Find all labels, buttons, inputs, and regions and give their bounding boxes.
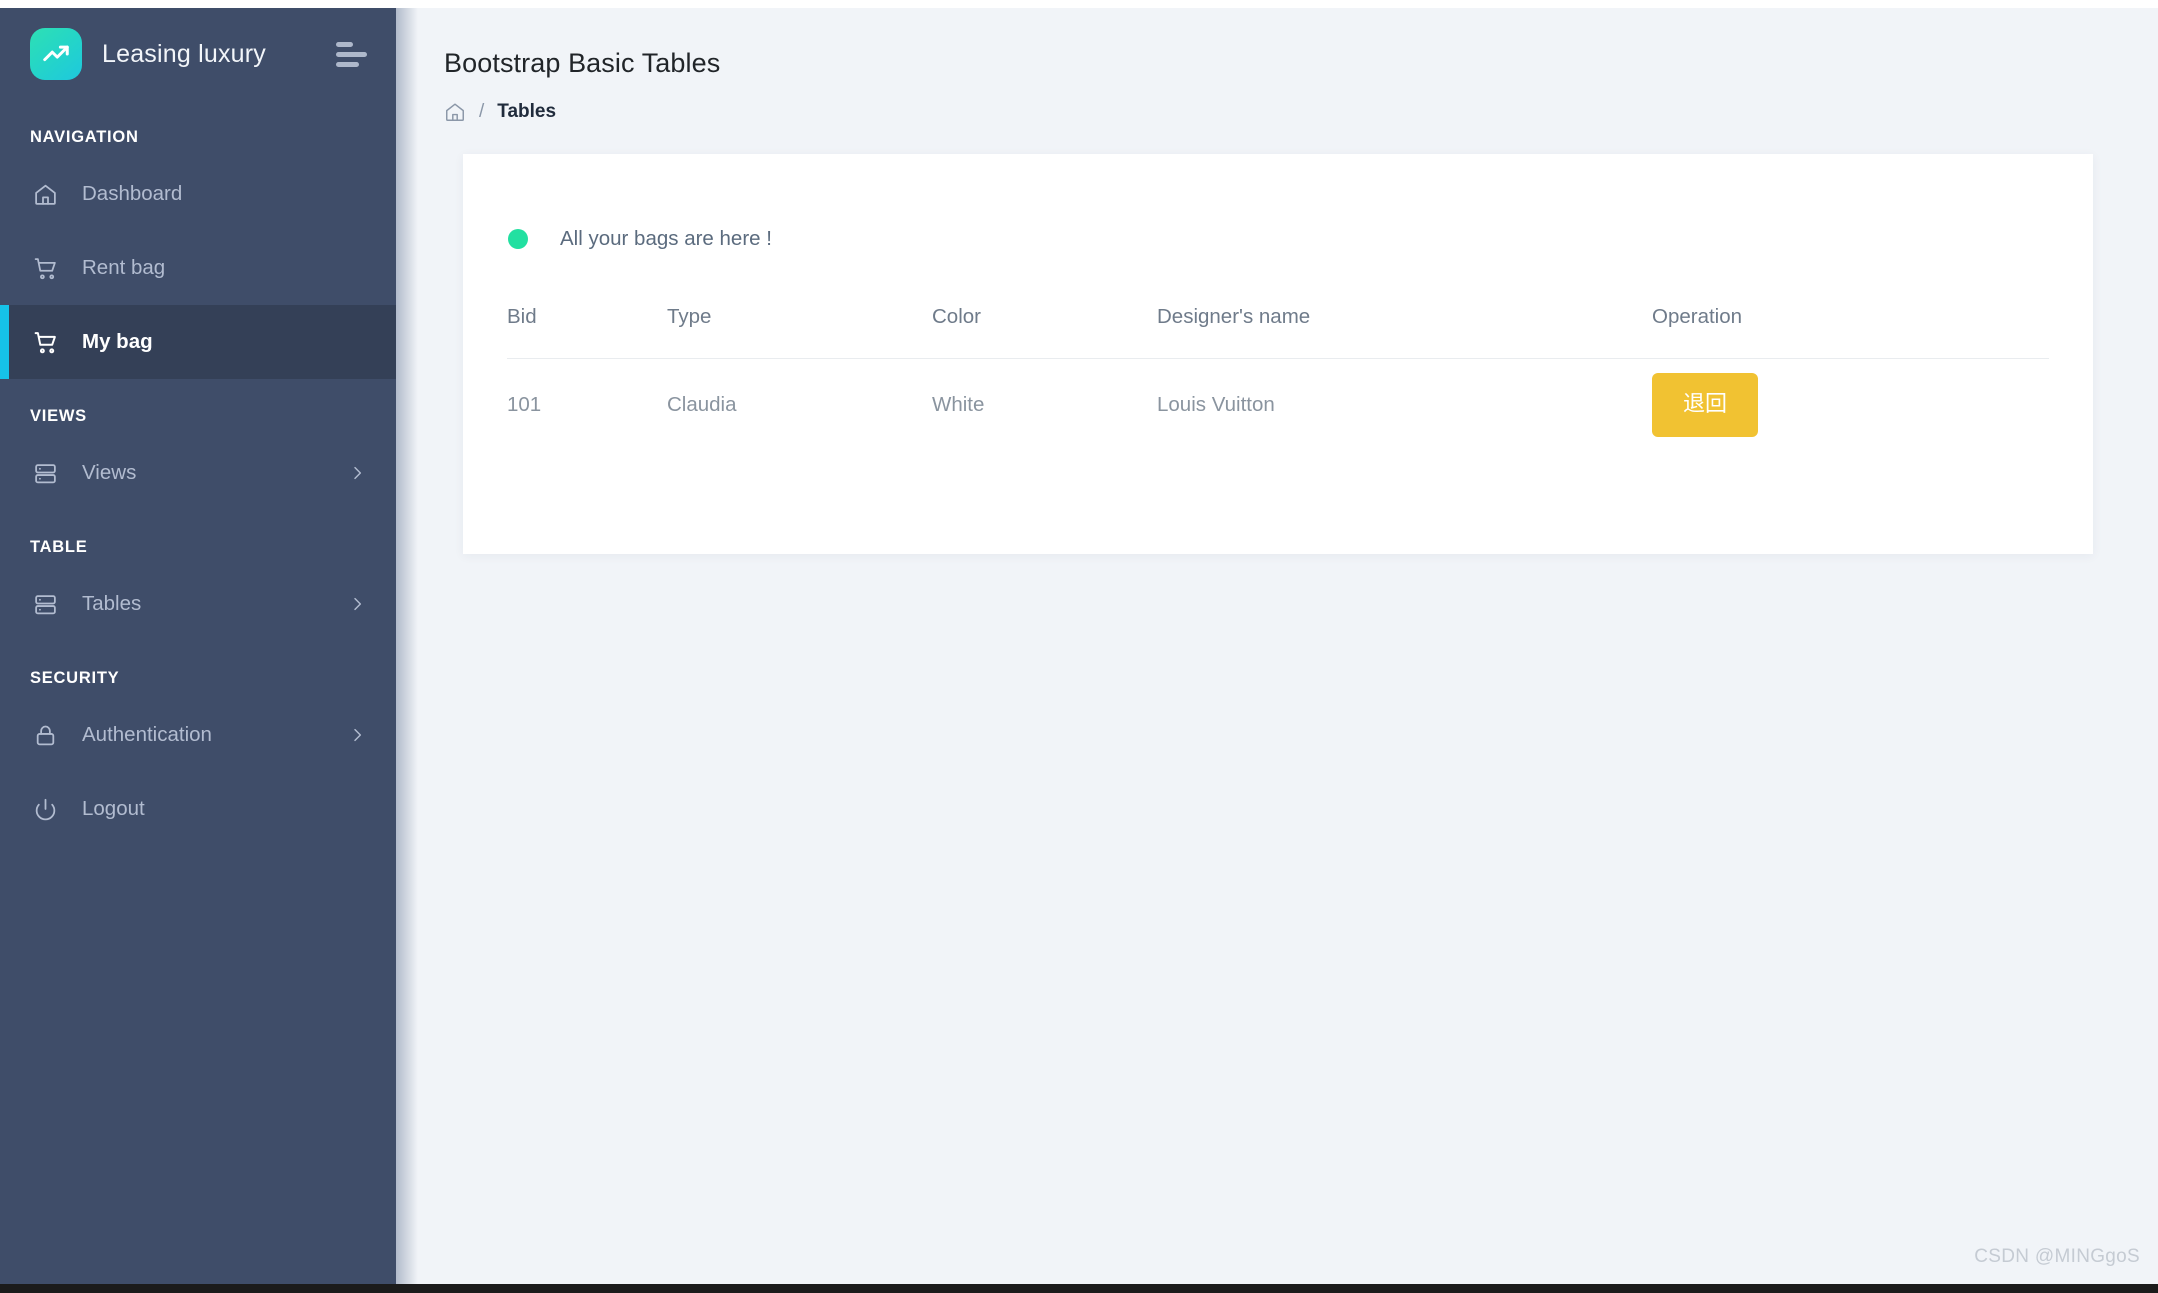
brand-title: Leasing luxury: [102, 40, 266, 69]
column-header-bid: Bid: [507, 272, 667, 358]
sidebar-item-dashboard[interactable]: Dashboard: [0, 157, 396, 231]
menu-toggle-icon[interactable]: [336, 37, 370, 71]
sidebar-section-table-title: TABLE: [0, 510, 396, 567]
column-header-type: Type: [667, 272, 932, 358]
column-header-operation: Operation: [1652, 272, 2049, 358]
sidebar-item-logout[interactable]: Logout: [0, 772, 396, 846]
table-body: 101 Claudia White Louis Vuitton 退回: [507, 358, 2049, 452]
home-icon: [30, 179, 60, 209]
table-header-row: Bid Type Color Designer's name Operation: [507, 272, 2049, 358]
main-content: Bootstrap Basic Tables / Tables All your…: [396, 8, 2158, 1284]
top-strip: [0, 0, 2158, 8]
layers-icon: [30, 589, 60, 619]
status-dot-icon: [508, 229, 528, 249]
cell-bid: 101: [507, 358, 667, 452]
breadcrumb: / Tables: [444, 101, 2158, 123]
cell-color: White: [932, 358, 1157, 452]
breadcrumb-separator: /: [479, 101, 484, 123]
column-header-designer: Designer's name: [1157, 272, 1652, 358]
sidebar-item-authentication[interactable]: Authentication: [0, 698, 396, 772]
chevron-right-icon: [348, 464, 366, 482]
chevron-right-icon: [348, 595, 366, 613]
watermark: CSDN @MINGgoS: [1974, 1246, 2140, 1268]
cell-operation: 退回: [1652, 358, 2049, 452]
trending-up-icon: [30, 28, 82, 80]
sidebar-item-label: Tables: [82, 592, 141, 616]
sidebar-item-rent-bag[interactable]: Rent bag: [0, 231, 396, 305]
table-row: 101 Claudia White Louis Vuitton 退回: [507, 358, 2049, 452]
brand-header: Leasing luxury: [0, 8, 396, 100]
sidebar-item-label: Rent bag: [82, 256, 165, 280]
sidebar-item-label: Views: [82, 461, 136, 485]
lock-icon: [30, 720, 60, 750]
sidebar-item-my-bag[interactable]: My bag: [0, 305, 396, 379]
chevron-right-icon: [348, 726, 366, 744]
sidebar-item-label: Authentication: [82, 723, 212, 747]
cell-designer: Louis Vuitton: [1157, 358, 1652, 452]
shopping-cart-icon: [30, 327, 60, 357]
sidebar-section-views-title: VIEWS: [0, 379, 396, 436]
bottom-strip: [0, 1284, 2158, 1293]
home-icon[interactable]: [444, 101, 466, 123]
column-header-color: Color: [932, 272, 1157, 358]
sidebar-item-label: Logout: [82, 797, 145, 821]
app-viewport: Leasing luxury NAVIGATION Dashboard: [0, 0, 2158, 1293]
page-title: Bootstrap Basic Tables: [444, 48, 2158, 79]
sidebar-item-label: My bag: [82, 330, 153, 354]
breadcrumb-current: Tables: [497, 101, 556, 123]
card-note: All your bags are here !: [463, 154, 2093, 272]
sidebar-section-navigation-title: NAVIGATION: [0, 100, 396, 157]
cell-type: Claudia: [667, 358, 932, 452]
tables-card: All your bags are here ! Bid Type Color …: [463, 154, 2093, 554]
sidebar-item-views[interactable]: Views: [0, 436, 396, 510]
page-header: Bootstrap Basic Tables / Tables: [396, 8, 2158, 123]
sidebar: Leasing luxury NAVIGATION Dashboard: [0, 8, 396, 1284]
return-bag-button[interactable]: 退回: [1652, 373, 1758, 437]
table-head: Bid Type Color Designer's name Operation: [507, 272, 2049, 358]
bags-table: Bid Type Color Designer's name Operation…: [507, 272, 2049, 452]
shopping-cart-icon: [30, 253, 60, 283]
sidebar-section-security-title: SECURITY: [0, 641, 396, 698]
power-icon: [30, 794, 60, 824]
sidebar-item-label: Dashboard: [82, 182, 182, 206]
sidebar-item-tables[interactable]: Tables: [0, 567, 396, 641]
card-note-text: All your bags are here !: [560, 227, 772, 251]
layers-icon: [30, 458, 60, 488]
